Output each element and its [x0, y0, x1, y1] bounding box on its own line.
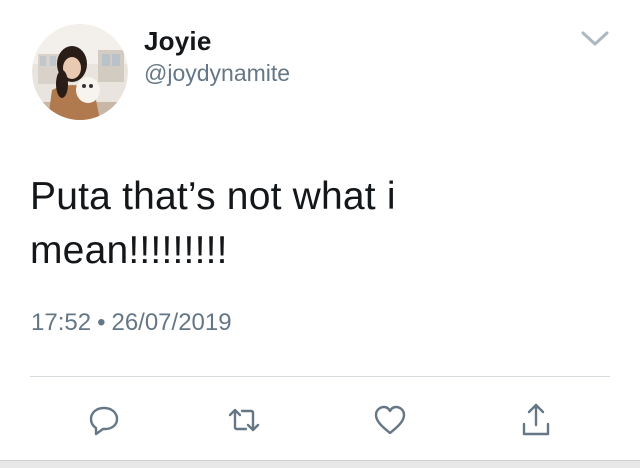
- retweet-button[interactable]: [224, 400, 264, 440]
- retweet-icon: [228, 408, 260, 432]
- share-icon: [522, 403, 550, 436]
- tweet-time: 17:52: [31, 309, 92, 336]
- divider: [30, 376, 610, 377]
- user-handle[interactable]: @joydynamite: [144, 60, 290, 87]
- reply-button[interactable]: [84, 400, 124, 440]
- meta-separator: •: [97, 309, 106, 336]
- reply-icon: [89, 406, 119, 436]
- share-button[interactable]: [516, 400, 556, 440]
- avatar[interactable]: [32, 24, 128, 120]
- like-button[interactable]: [370, 400, 410, 440]
- tweet-card: Joyie @joydynamite Puta that’s not what …: [0, 0, 640, 468]
- tweet-date: 26/07/2019: [111, 309, 232, 336]
- tweet-text-line: Puta that’s not what i: [30, 175, 396, 218]
- avatar-image: [32, 24, 128, 120]
- chevron-down-icon[interactable]: [578, 28, 612, 50]
- tweet-text-line: mean!!!!!!!!!: [30, 229, 228, 272]
- tweet-timestamp[interactable]: 17:52 • 26/07/2019: [31, 309, 232, 337]
- display-name[interactable]: Joyie: [144, 26, 212, 57]
- tweet-text: Puta that’s not what i mean!!!!!!!!!: [30, 170, 590, 278]
- heart-icon: [374, 405, 406, 435]
